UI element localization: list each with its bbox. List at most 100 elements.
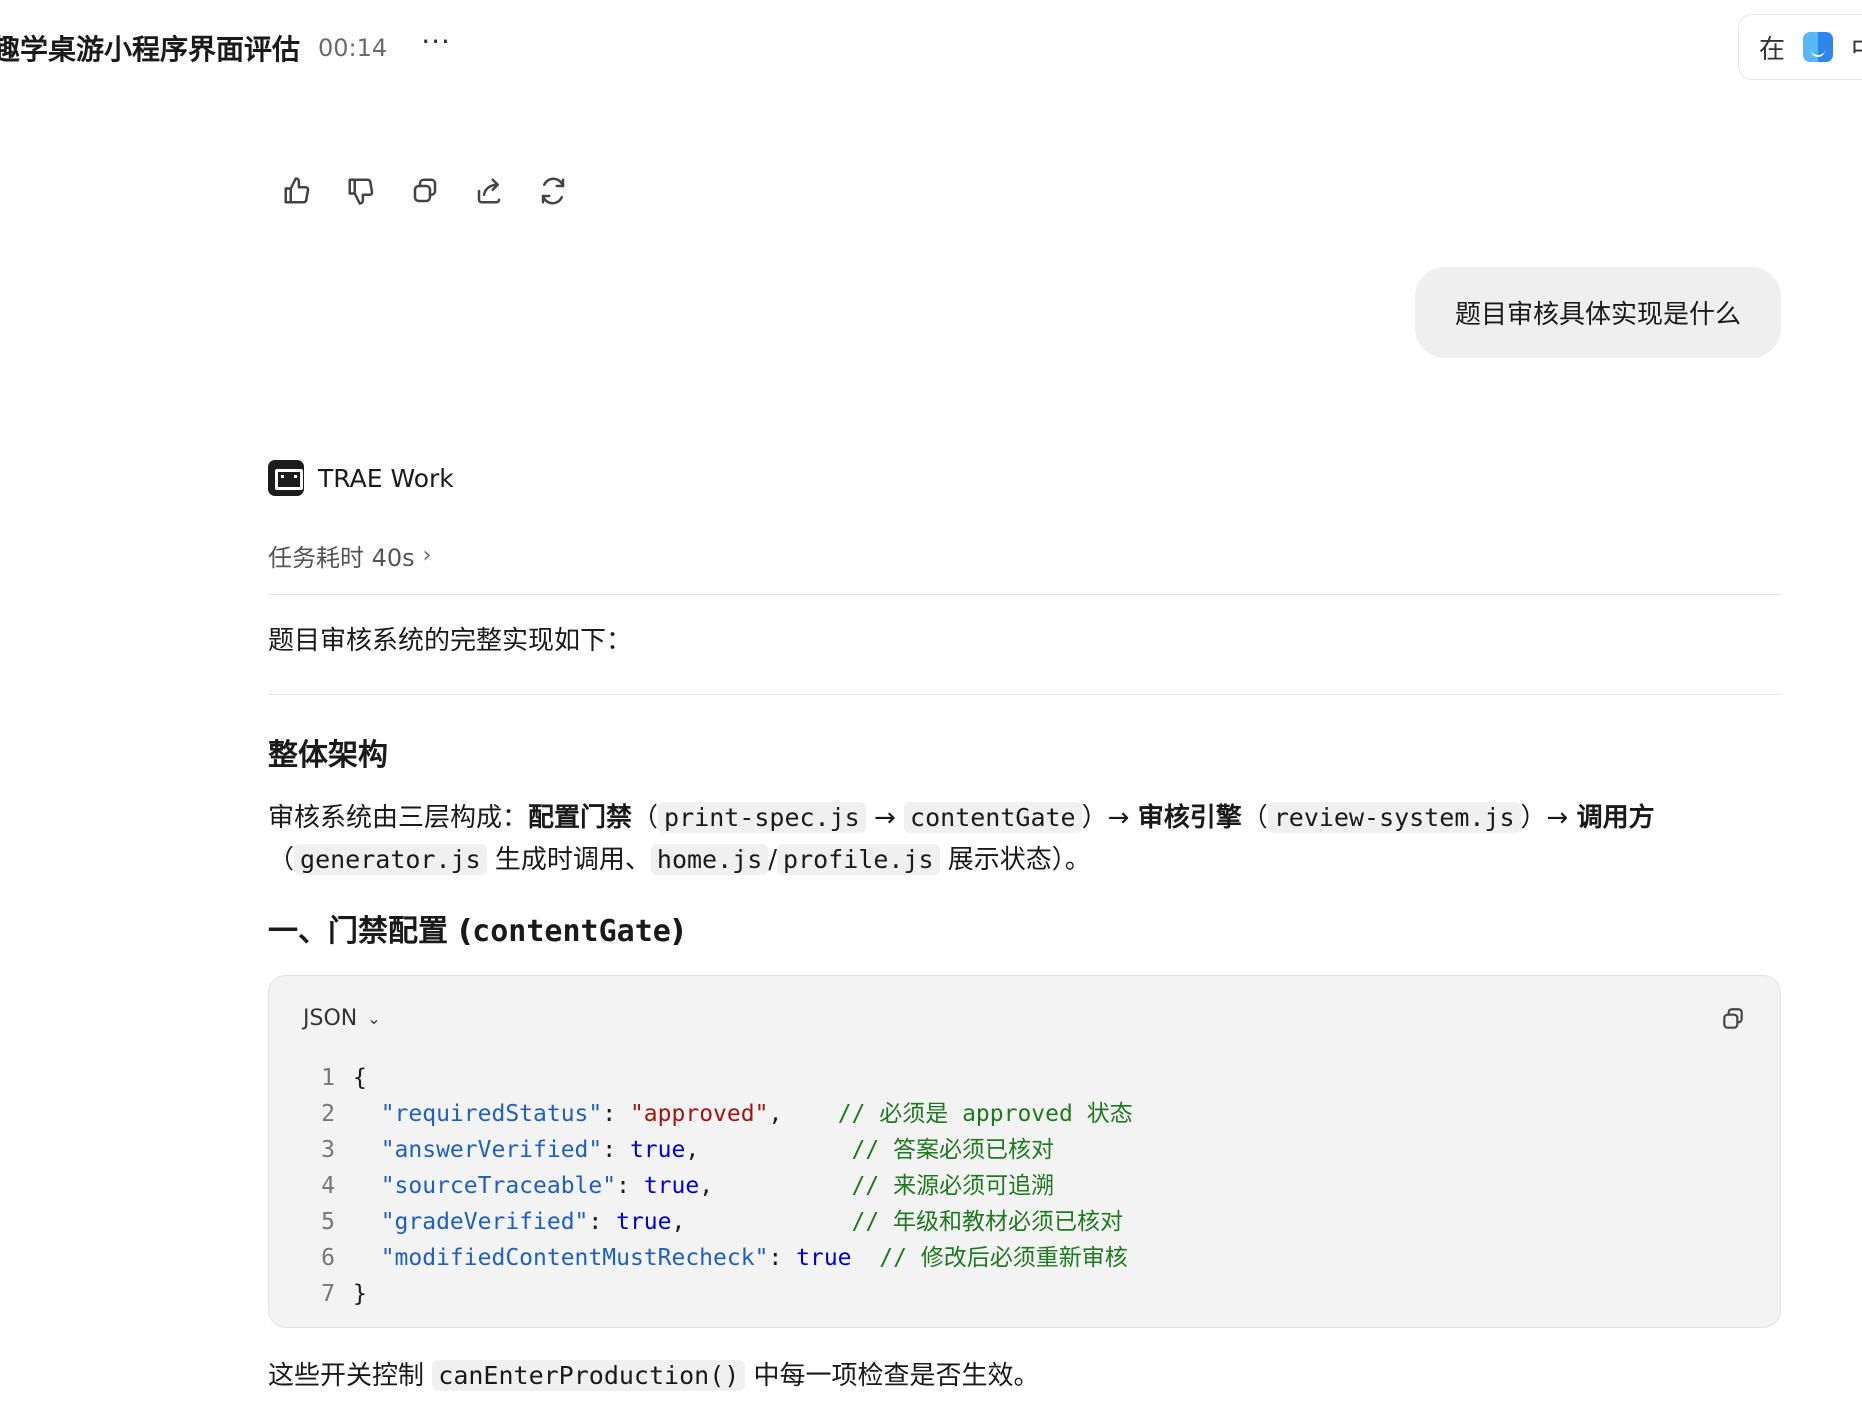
divider [268,594,1781,595]
subsection-title: 一、门禁配置 (contentGate) [268,906,685,950]
conversation-title: 趣学桌游小程序界面评估 [0,33,301,66]
conversation-time: 00:14 [318,34,388,62]
divider [268,694,1781,695]
user-message-bubble: 题目审核具体实现是什么 [1415,267,1781,358]
text-span: 这些开关控制 [268,1361,433,1391]
inline-code: print-spec.js [658,802,866,833]
code-language-label: JSON [303,1006,358,1031]
copy-button[interactable] [406,172,444,210]
task-duration-label: 任务耗时 40s [268,544,415,572]
code-token: "sourceTraceable" [353,1173,617,1199]
code-line: 2 "requiredStatus": "approved", // 必须是 a… [299,1096,1133,1132]
footer-text: 这些开关控制 canEnterProduction() 中每一项检查是否生效。 [268,1355,1040,1397]
finder-icon[interactable] [1803,32,1834,62]
code-token: "modifiedContentMustRecheck" [353,1245,769,1271]
copy-icon [1723,1008,1743,1029]
line-number: 3 [321,1137,335,1163]
code-token: } [353,1281,367,1307]
code-token: true [616,1209,672,1235]
code-token: , [699,1173,852,1199]
text-span: 审核系统由三层构成： [268,803,529,833]
code-language-selector[interactable]: JSON ⌄ [303,1006,381,1031]
text-span: 中每一项检查是否生效。 [745,1361,1040,1391]
inline-code: contentGate [904,802,1082,833]
code-copy-button[interactable] [1720,1006,1750,1036]
share-icon [477,178,501,204]
copy-icon [413,178,437,203]
inline-code: generator.js [294,844,487,875]
task-duration-toggle[interactable]: 任务耗时 40s › [268,538,431,573]
code-token: // 修改后必须重新审核 [879,1245,1128,1271]
code-token: , [768,1101,838,1127]
inline-code: canEnterProduction() [432,1360,746,1391]
code-token: true [629,1137,686,1163]
top-right-text-2: 中 [1851,29,1862,66]
top-right-panel[interactable]: 在 中 [1738,14,1862,80]
code-token: "approved" [629,1101,769,1127]
architecture-line-1: 审核系统由三层构成：配置门禁（ print-spec.js → contentGa… [268,797,1655,839]
text-span: （ [632,803,659,833]
code-token: : [768,1245,797,1271]
text-span: ）→ [1081,803,1138,833]
code-line: 4 "sourceTraceable": true, // 来源必须可追溯 [299,1168,1133,1204]
thumbs-up-icon [284,177,310,204]
code-token: : [602,1101,630,1127]
bold-text: 调用方 [1576,803,1655,833]
code-line: 5 "gradeVerified": true, // 年级和教材必须已核对 [299,1204,1133,1240]
refresh-icon [541,177,565,205]
text-span: / [768,845,778,875]
share-button[interactable] [470,172,508,210]
chevron-right-icon: › [422,543,432,568]
code-token: "gradeVerified" [353,1209,589,1235]
code-token: { [353,1065,367,1091]
text-span: ）→ [1520,803,1577,833]
code-line: 1{ [299,1060,1133,1096]
intro-text: 题目审核系统的完整实现如下： [268,626,633,656]
code-lines: 1{2 "requiredStatus": "approved", // 必须是… [299,1060,1133,1312]
chevron-down-icon: ⌄ [367,1009,381,1028]
line-number: 6 [321,1245,335,1271]
line-number: 4 [321,1173,335,1199]
code-token: : [588,1209,617,1235]
line-number: 1 [321,1065,335,1091]
assistant-header: TRAE Work [268,460,454,496]
bold-text: 配置门禁 [528,803,633,833]
code-token: "answerVerified" [353,1137,603,1163]
code-line: 6 "modifiedContentMustRecheck": true // … [299,1240,1133,1276]
chat-page: 趣学桌游小程序界面评估 00:14 ··· 在 中 题目审核具体实现是什么 TR… [0,0,1862,1410]
text-span: 一、门禁配置 ( [268,914,473,949]
code-token: // 答案必须已核对 [851,1137,1055,1163]
text-span: 展示状态）。 [939,845,1091,875]
top-right-text: 在 [1759,34,1786,65]
code-token: , [671,1209,852,1235]
line-number: 2 [321,1101,335,1127]
code-token: , [685,1137,852,1163]
text-span: 生成时调用、 [486,845,651,875]
conversation-header: 趣学桌游小程序界面评估 00:14 ··· [0,18,451,78]
code-token: // 年级和教材必须已核对 [851,1209,1124,1235]
line-number: 7 [321,1281,335,1307]
code-token: : [616,1173,644,1199]
bold-text: 审核引擎 [1137,803,1242,833]
more-options-button[interactable]: ··· [421,28,451,68]
code-block: JSON ⌄ 1{2 "requiredStatus": "approved",… [268,975,1781,1328]
code-token: true [796,1245,852,1271]
inline-code: profile.js [777,844,940,875]
inline-code: home.js [650,844,769,875]
architecture-line-2: （generator.js 生成时调用、 home.js / profile.js 展… [268,839,1091,881]
code-token: // 必须是 approved 状态 [837,1101,1133,1127]
text-span: → [865,803,905,833]
code-line: 3 "answerVerified": true, // 答案必须已核对 [299,1132,1133,1168]
code-line: 7} [299,1276,1133,1312]
line-number: 5 [321,1209,335,1235]
thumbs-down-icon [348,178,374,205]
thumbs-up-button[interactable] [278,172,316,210]
text-span: ) [670,914,685,949]
text-span: （ [268,845,295,875]
message-actions [278,172,572,210]
regenerate-button[interactable] [534,172,572,210]
code-token: // 来源必须可追溯 [851,1173,1055,1199]
thumbs-down-button[interactable] [342,172,380,210]
code-token: true [643,1173,700,1199]
